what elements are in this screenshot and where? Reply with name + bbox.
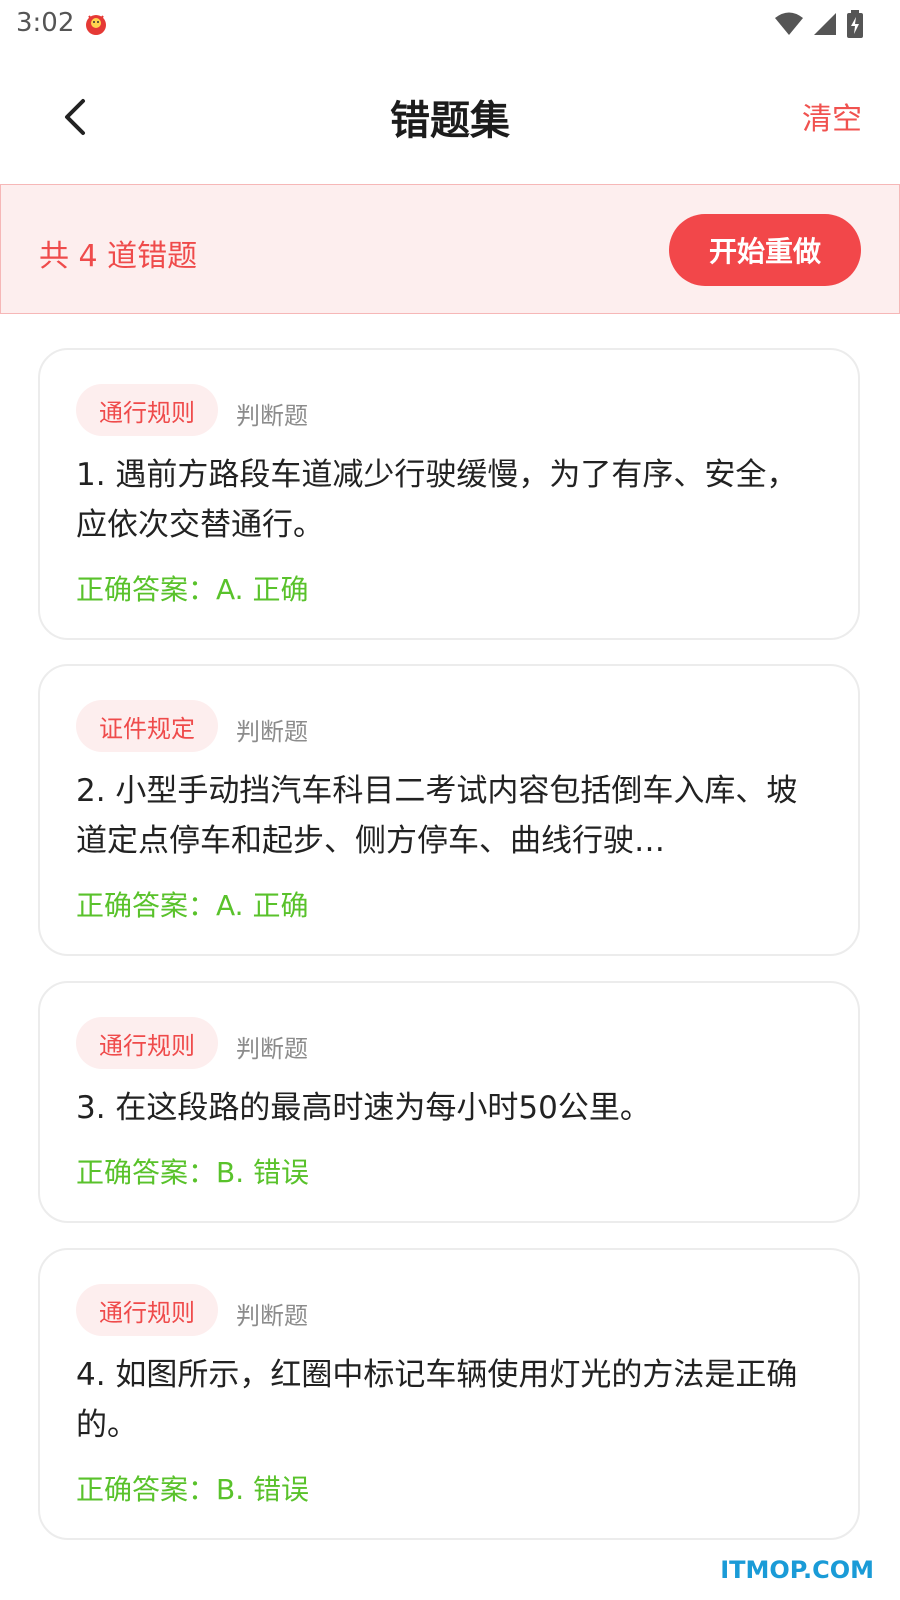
question-type: 判断题 — [236, 1302, 308, 1330]
battery-icon — [847, 10, 863, 38]
category-tag: 通行规则 — [76, 1284, 218, 1336]
question-text: 3. 在这段路的最高时速为每小时50公里。 — [76, 1090, 651, 1126]
correct-answer: 正确答案：B. 错误 — [76, 1156, 310, 1189]
signal-icon — [814, 13, 836, 35]
category-tag: 通行规则 — [76, 384, 218, 436]
app-header: 错题集 清空 — [0, 60, 900, 170]
correct-answer: 正确答案：A. 正确 — [76, 889, 309, 922]
correct-answer: 正确答案：A. 正确 — [76, 573, 309, 606]
start-redo-button[interactable]: 开始重做 — [669, 214, 861, 286]
category-tag: 通行规则 — [76, 1017, 218, 1069]
category-tag: 证件规定 — [76, 700, 218, 752]
question-type: 判断题 — [236, 402, 308, 430]
status-time: 3:02 — [16, 8, 75, 38]
watermark: ITMOP.COM — [720, 1556, 874, 1584]
question-card[interactable]: 证件规定 判断题 2. 小型手动挡汽车科目二考试内容包括倒车入库、坡道定点停车和… — [38, 664, 860, 956]
app-notification-icon — [86, 15, 106, 35]
question-card[interactable]: 通行规则 判断题 3. 在这段路的最高时速为每小时50公里。 正确答案：B. 错… — [38, 981, 860, 1223]
wrong-count-text: 共 4 道错题 — [39, 239, 198, 274]
question-text: 1. 遇前方路段车道减少行驶缓慢，为了有序、安全，应依次交替通行。 — [76, 457, 798, 543]
status-bar: 3:02 — [0, 0, 900, 48]
page-title: 错题集 — [390, 98, 510, 144]
question-type: 判断题 — [236, 1035, 308, 1063]
wifi-icon — [775, 12, 803, 35]
question-text: 2. 小型手动挡汽车科目二考试内容包括倒车入库、坡道定点停车和起步、侧方停车、曲… — [76, 773, 798, 859]
question-card[interactable]: 通行规则 判断题 4. 如图所示，红圈中标记车辆使用灯光的方法是正确的。 正确答… — [38, 1248, 860, 1540]
summary-bar: 共 4 道错题 开始重做 — [0, 184, 900, 314]
question-type: 判断题 — [236, 718, 308, 746]
correct-answer: 正确答案：B. 错误 — [76, 1473, 310, 1506]
question-card[interactable]: 通行规则 判断题 1. 遇前方路段车道减少行驶缓慢，为了有序、安全，应依次交替通… — [38, 348, 860, 640]
question-text: 4. 如图所示，红圈中标记车辆使用灯光的方法是正确的。 — [76, 1357, 798, 1443]
clear-button[interactable]: 清空 — [802, 94, 862, 138]
